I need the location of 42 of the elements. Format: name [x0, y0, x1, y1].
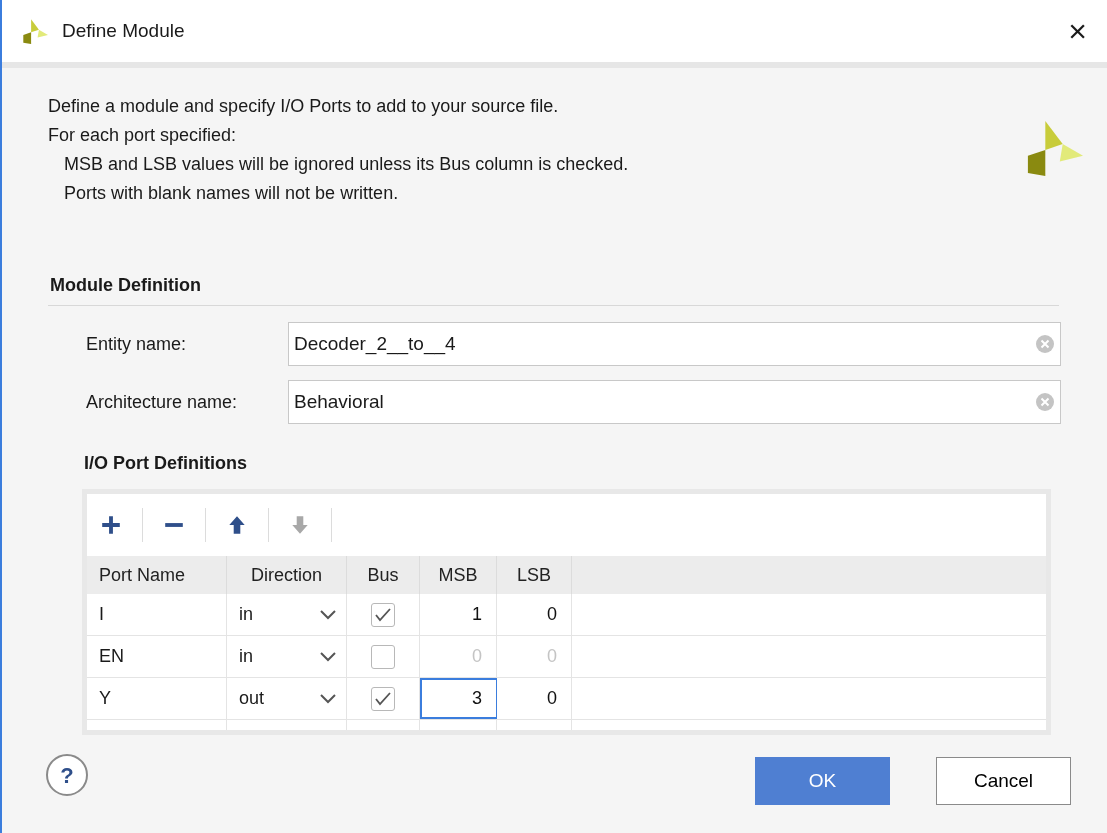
text-field[interactable]: Decoder_2__to__4 [288, 322, 1061, 366]
note-text: Ports with blank names will not be written. [63, 182, 400, 205]
table-cell: 0 [420, 636, 497, 677]
field-label: Architecture name: [86, 390, 239, 414]
table-cell: 1 [420, 594, 497, 635]
table-cell: EN [87, 636, 227, 677]
column-header[interactable]: MSB [420, 556, 497, 594]
table-cell: 0 [497, 594, 572, 635]
column-header[interactable]: Bus [347, 556, 420, 594]
chevron-down-icon [320, 693, 336, 704]
section-heading: Module Definition [48, 272, 1059, 306]
column-header[interactable]: Direction [227, 556, 347, 594]
note-text: MSB and LSB values will be ignored unless its Bus column is checked. [63, 153, 629, 176]
table-cell: Y [87, 678, 227, 719]
column-header[interactable]: LSB [497, 556, 572, 594]
bus-checkbox[interactable] [371, 644, 395, 669]
chevron-down-icon [320, 651, 336, 662]
ok-button[interactable]: OK [755, 757, 890, 805]
text-field[interactable]: Behavioral [288, 380, 1061, 424]
window-title: Define Module [62, 18, 185, 43]
checkmark-icon [375, 691, 391, 706]
logo-icon [1025, 118, 1083, 176]
direction-dropdown[interactable]: out [227, 678, 347, 719]
field-label: Entity name: [86, 332, 188, 356]
column-header[interactable]: Port Name [87, 556, 227, 594]
chevron-down-icon [320, 609, 336, 620]
help-button[interactable]: ? [46, 754, 88, 796]
table-cell: 3 [420, 678, 497, 719]
app-logo-icon [22, 18, 48, 44]
cancel-button[interactable]: Cancel [936, 757, 1071, 805]
bus-checkbox[interactable] [371, 602, 395, 627]
intro-text: For each port specified: [48, 124, 238, 147]
direction-dropdown[interactable]: in [227, 636, 347, 677]
close-button[interactable]: × [1068, 15, 1087, 47]
bus-checkbox[interactable] [371, 686, 395, 711]
table-cell: 0 [497, 678, 572, 719]
checkmark-icon [375, 607, 391, 622]
intro-text: Define a module and specify I/O Ports to add to your source file. [48, 95, 560, 118]
table-cell: I [87, 594, 227, 635]
section-heading: I/O Port Definitions [83, 452, 248, 475]
table-cell: 0 [497, 636, 572, 677]
direction-dropdown[interactable]: in [227, 594, 347, 635]
